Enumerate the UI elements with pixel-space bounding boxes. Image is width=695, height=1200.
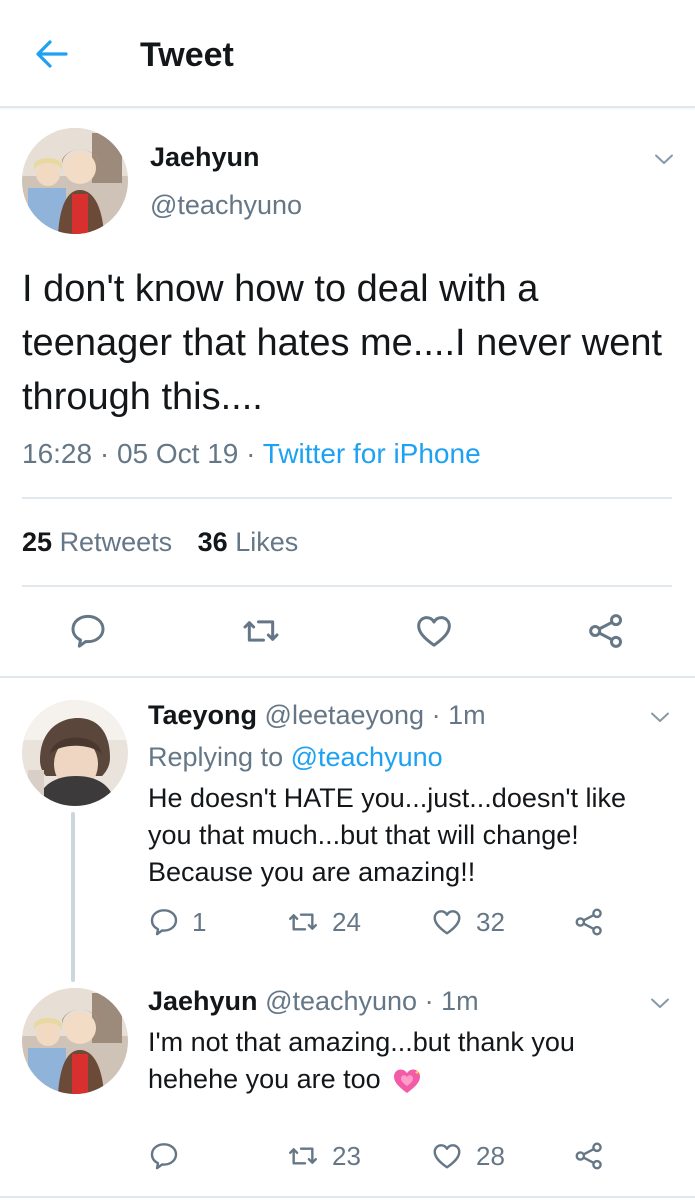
like-icon	[430, 906, 464, 938]
retweet-button[interactable]	[240, 611, 282, 651]
chevron-down-icon	[648, 991, 672, 1015]
share-button[interactable]	[586, 611, 626, 651]
section-separator	[0, 676, 695, 678]
tweet-options-button[interactable]	[647, 704, 673, 730]
tweet-options-button[interactable]	[651, 146, 677, 172]
retweet-button[interactable]: 24	[286, 906, 361, 938]
reply-button[interactable]	[68, 611, 108, 651]
profile-photo	[22, 128, 128, 234]
tweet-text: I don't know how to deal with a teenager…	[22, 268, 663, 418]
reply-button[interactable]	[148, 1140, 180, 1172]
like-button[interactable]: 32	[430, 906, 505, 938]
avatar[interactable]	[22, 700, 128, 806]
tweet-stats: 25 Retweets 36 Likes	[22, 527, 316, 558]
avatar[interactable]	[22, 988, 128, 1094]
divider	[0, 1196, 695, 1198]
reply-separator: ·	[431, 700, 441, 730]
retweet-icon	[286, 906, 320, 938]
share-icon	[573, 906, 605, 938]
author-name[interactable]: Jaehyun	[150, 142, 260, 173]
reply-author-handle[interactable]: @teachyuno	[265, 986, 417, 1016]
tweet-meta: 16:28 · 05 Oct 19 · Twitter for iPhone	[22, 438, 481, 470]
tweet-time: 16:28	[22, 438, 93, 469]
tweet-source-link[interactable]: Twitter for iPhone	[263, 438, 481, 469]
reply-text-block: I'm not that amazing...but thank you heh…	[148, 1024, 668, 1098]
like-button[interactable]: 28	[430, 1140, 505, 1172]
profile-photo	[22, 988, 128, 1094]
retweets-stat[interactable]: 25 Retweets	[22, 527, 172, 558]
reply-count: 1	[192, 906, 207, 937]
divider	[22, 497, 672, 499]
reply-icon	[148, 1140, 180, 1172]
back-arrow-icon	[36, 40, 68, 68]
like-count: 32	[476, 906, 505, 937]
retweet-icon	[240, 611, 282, 651]
author-handle[interactable]: @teachyuno	[150, 190, 302, 221]
top-bar: Tweet	[0, 0, 695, 108]
retweets-count: 25	[22, 527, 53, 557]
sparkling-heart-emoji	[394, 1069, 421, 1093]
replying-to-link[interactable]: @teachyuno	[291, 742, 443, 772]
like-icon	[413, 611, 455, 651]
thread-connector	[71, 812, 75, 982]
likes-stat[interactable]: 36 Likes	[198, 527, 299, 558]
share-icon	[586, 611, 626, 651]
reply-time: 1m	[448, 700, 486, 730]
retweet-icon	[286, 1140, 320, 1172]
reply-author-name[interactable]: Taeyong	[148, 700, 257, 730]
reply-author-handle[interactable]: @leetaeyong	[265, 700, 425, 730]
reply-text: I'm not that amazing...but thank you heh…	[148, 1027, 575, 1094]
likes-count: 36	[197, 527, 228, 557]
likes-label: Likes	[235, 527, 299, 557]
chevron-down-icon	[648, 705, 672, 729]
retweets-label: Retweets	[59, 527, 173, 557]
tweet-options-button[interactable]	[647, 990, 673, 1016]
avatar[interactable]	[22, 128, 128, 234]
meta-separator: ·	[246, 438, 256, 469]
reply-button[interactable]: 1	[148, 906, 206, 938]
divider	[22, 585, 672, 587]
back-button[interactable]	[30, 34, 74, 74]
replying-to-label: Replying to	[148, 742, 284, 772]
meta-separator: ·	[99, 438, 110, 469]
reply-header: Taeyong @leetaeyong · 1m	[148, 700, 486, 731]
reply-time: 1m	[441, 986, 479, 1016]
page-title: Tweet	[140, 36, 234, 74]
retweet-count: 24	[332, 906, 361, 937]
reply-author-name[interactable]: Jaehyun	[148, 986, 258, 1016]
reply-icon	[68, 611, 108, 651]
reply-icon	[148, 906, 180, 938]
chevron-down-icon	[652, 147, 676, 171]
retweet-count: 23	[332, 1140, 361, 1171]
share-button[interactable]	[573, 906, 605, 938]
retweet-button[interactable]: 23	[286, 1140, 361, 1172]
like-count: 28	[476, 1140, 505, 1171]
profile-photo	[22, 700, 128, 806]
tweet-date: 05 Oct 19	[116, 438, 239, 469]
replying-to-line: Replying to @teachyuno	[148, 742, 443, 773]
share-icon	[573, 1140, 605, 1172]
reply-text: He doesn't HATE you...just...doesn't lik…	[148, 783, 627, 887]
reply-separator: ·	[424, 986, 434, 1016]
share-button[interactable]	[573, 1140, 605, 1172]
reply-header: Jaehyun @teachyuno · 1m	[148, 986, 479, 1017]
like-icon	[430, 1140, 464, 1172]
like-button[interactable]	[413, 611, 455, 651]
